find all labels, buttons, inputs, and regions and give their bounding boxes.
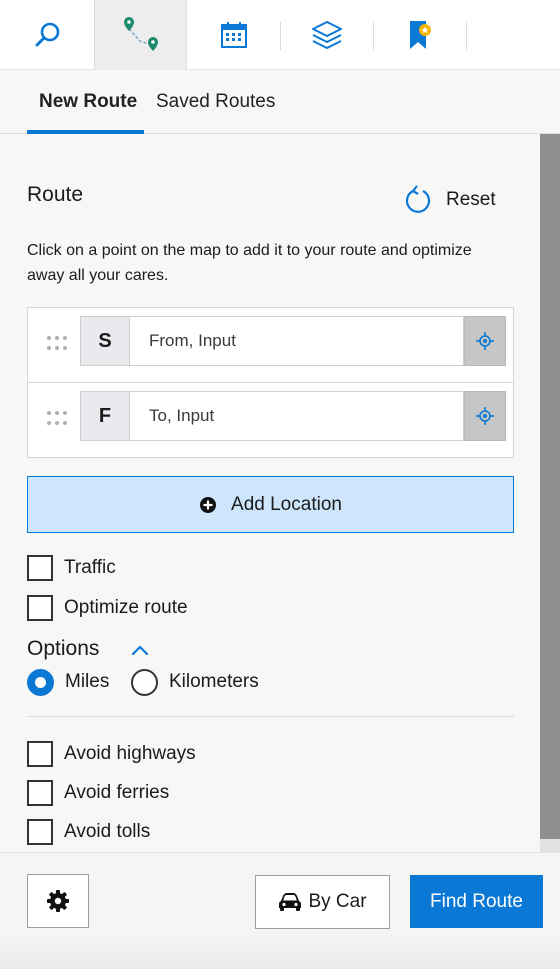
waypoint-letter: F: [80, 391, 130, 441]
search-icon: [35, 22, 60, 47]
unit-kilometers-option[interactable]: Kilometers: [131, 668, 259, 696]
avoid-ferries-checkbox[interactable]: [27, 780, 53, 806]
avoid-highways-label: Avoid highways: [64, 743, 196, 764]
kilometers-radio[interactable]: [131, 668, 158, 696]
travel-mode-button[interactable]: By Car: [255, 875, 390, 929]
miles-label: Miles: [65, 671, 110, 692]
tab-saved-routes[interactable]: Saved Routes: [156, 70, 275, 134]
crosshair-icon: [476, 332, 494, 350]
calendar-button[interactable]: [187, 0, 280, 70]
traffic-checkbox[interactable]: [27, 555, 53, 581]
scrollbar-thumb[interactable]: [540, 134, 560, 839]
options-heading: Options: [27, 637, 100, 660]
tab-new-route[interactable]: New Route: [39, 70, 137, 134]
add-circle-icon: [200, 496, 217, 513]
avoid-tolls-option[interactable]: Avoid tolls: [27, 818, 150, 846]
gear-icon: [47, 890, 69, 912]
settings-button[interactable]: [27, 874, 89, 928]
favorites-button[interactable]: [374, 0, 466, 70]
active-tab-indicator: [27, 130, 144, 134]
waypoint-letter: S: [80, 316, 130, 366]
drag-handle-icon[interactable]: [47, 411, 69, 427]
search-button[interactable]: [0, 0, 94, 70]
waypoint-row-start: S: [28, 308, 513, 382]
car-icon: [279, 893, 302, 911]
top-toolbar: [0, 0, 560, 70]
route-icon: [123, 17, 158, 51]
layers-button[interactable]: [281, 0, 373, 70]
route-tabs: New Route Saved Routes: [0, 70, 560, 134]
directions-button[interactable]: [94, 0, 187, 70]
unit-miles-option[interactable]: Miles: [27, 668, 109, 696]
miles-radio[interactable]: [27, 668, 54, 696]
avoid-ferries-option[interactable]: Avoid ferries: [27, 779, 169, 807]
optimize-route-option[interactable]: Optimize route: [27, 594, 188, 622]
traffic-option[interactable]: Traffic: [27, 554, 116, 582]
to-input[interactable]: [130, 391, 464, 441]
reset-button[interactable]: Reset: [404, 184, 496, 216]
chevron-up-icon[interactable]: [130, 643, 150, 657]
layers-icon: [312, 21, 342, 49]
reset-label: Reset: [446, 189, 496, 210]
kilometers-label: Kilometers: [169, 671, 259, 692]
route-description: Click on a point on the map to add it to…: [27, 242, 472, 284]
crosshair-icon: [476, 407, 494, 425]
route-heading: Route: [27, 183, 84, 206]
avoid-tolls-label: Avoid tolls: [64, 821, 151, 842]
avoid-highways-option[interactable]: Avoid highways: [27, 740, 196, 768]
options-divider: [27, 716, 514, 717]
optimize-route-label: Optimize route: [64, 597, 188, 618]
avoid-ferries-label: Avoid ferries: [64, 782, 170, 803]
bookmark-icon: [410, 21, 431, 49]
optimize-route-checkbox[interactable]: [27, 595, 53, 621]
bottom-shadow: [0, 930, 560, 969]
avoid-highways-checkbox[interactable]: [27, 741, 53, 767]
toolbar-separator: [466, 22, 467, 50]
drag-handle-icon[interactable]: [47, 336, 69, 352]
find-route-button[interactable]: Find Route: [410, 875, 543, 928]
avoid-tolls-checkbox[interactable]: [27, 819, 53, 845]
add-location-button[interactable]: Add Location: [27, 476, 514, 533]
add-location-label: Add Location: [231, 493, 342, 515]
travel-mode-label: By Car: [308, 891, 367, 912]
waypoint-list: S F: [27, 307, 514, 458]
waypoint-row-finish: F: [28, 383, 513, 457]
from-input[interactable]: [130, 316, 464, 366]
traffic-label: Traffic: [64, 557, 116, 578]
locate-me-button[interactable]: [464, 316, 506, 366]
calendar-icon: [220, 22, 247, 48]
locate-me-button[interactable]: [464, 391, 506, 441]
reset-icon: [405, 185, 431, 213]
